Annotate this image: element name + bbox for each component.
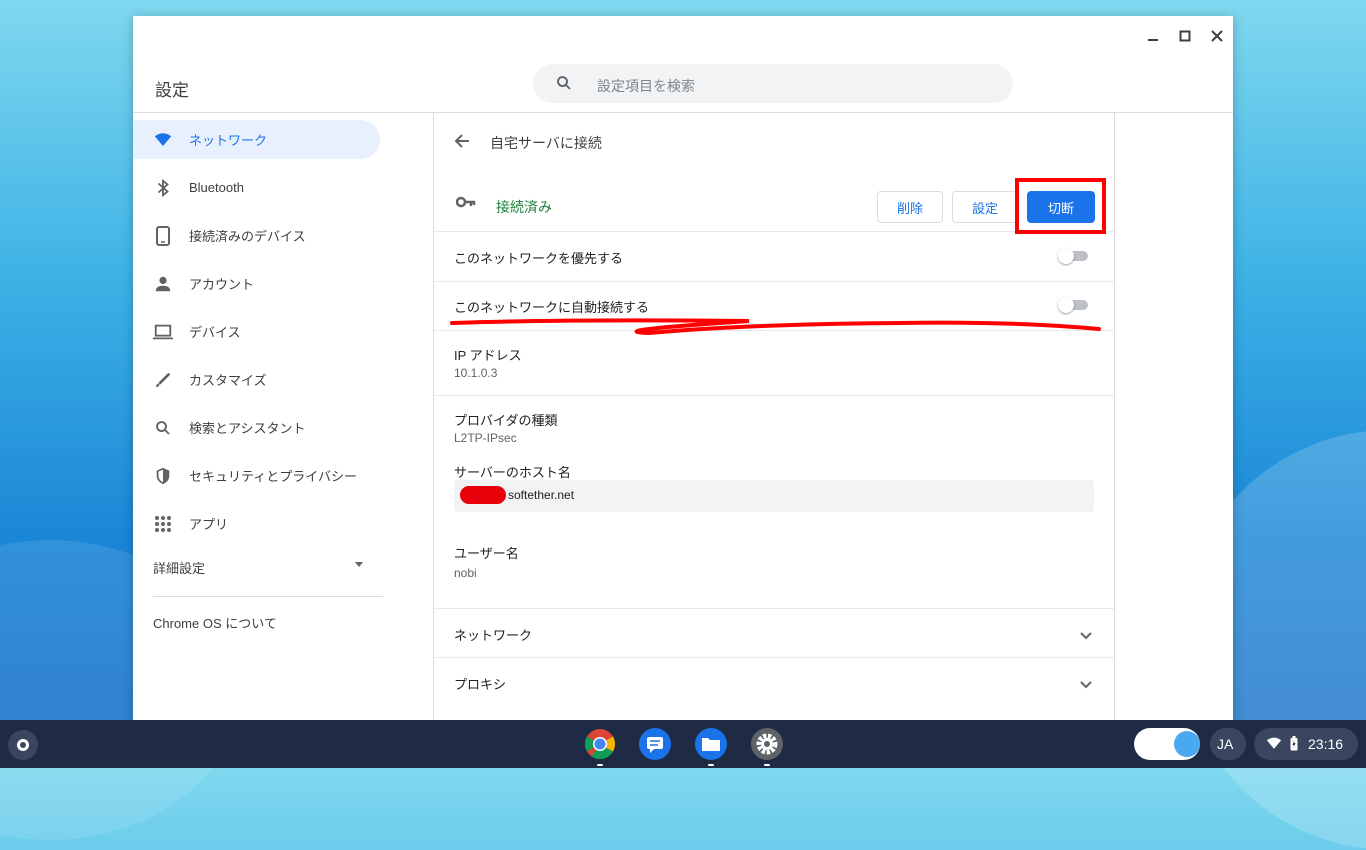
wifi-icon <box>153 130 173 150</box>
redaction-mark <box>460 486 506 504</box>
sidebar-item-bluetooth[interactable]: Bluetooth <box>133 168 380 207</box>
sidebar-item-account[interactable]: アカウント <box>133 264 380 303</box>
close-button[interactable] <box>1205 24 1229 48</box>
connection-status-row: 接続済み 削除 設定 切断 <box>434 173 1114 232</box>
provider-type-label: プロバイダの種類 <box>454 413 558 428</box>
sidebar: ネットワーク Bluetooth 接続済みのデバイス アカウント デバイス カス… <box>133 113 433 720</box>
sidebar-item-search-assistant[interactable]: 検索とアシスタント <box>133 408 380 447</box>
advanced-label: 詳細設定 <box>153 561 206 576</box>
provider-type-value: L2TP-IPsec <box>454 431 517 445</box>
settings-icon[interactable] <box>751 728 783 766</box>
sidebar-item-label: ネットワーク <box>189 133 268 148</box>
about-chrome-os-link[interactable]: Chrome OS について <box>153 613 277 632</box>
network-section-label: ネットワーク <box>454 628 533 643</box>
laptop-icon <box>153 322 173 342</box>
sidebar-item-connected-devices[interactable]: 接続済みのデバイス <box>133 216 380 255</box>
sidebar-item-label: デバイス <box>189 325 241 340</box>
phone-icon <box>153 225 173 246</box>
person-icon <box>153 274 173 294</box>
chevron-down-icon <box>1080 676 1092 694</box>
network-section-row[interactable]: ネットワーク <box>434 609 1114 658</box>
search-icon <box>555 74 573 97</box>
sidebar-item-personalization[interactable]: カスタマイズ <box>133 360 380 399</box>
delete-button[interactable]: 削除 <box>877 191 943 223</box>
sidebar-item-label: Bluetooth <box>189 180 244 195</box>
sidebar-item-label: アカウント <box>189 277 255 292</box>
ip-address-value: 10.1.0.3 <box>454 366 498 380</box>
ime-indicator: JA <box>1217 736 1234 752</box>
apps-grid-icon <box>153 514 173 534</box>
sidebar-item-apps[interactable]: アプリ <box>133 504 380 543</box>
clock: 23:16 <box>1308 736 1344 752</box>
sidebar-item-network[interactable]: ネットワーク <box>133 120 380 159</box>
server-host-value: softether.net <box>508 488 575 502</box>
back-arrow-icon[interactable] <box>454 133 470 154</box>
annotation-highlight-box <box>1015 178 1106 234</box>
ip-address-row: IP アドレス 10.1.0.3 <box>434 331 1114 396</box>
proxy-section-row[interactable]: プロキシ <box>434 658 1114 706</box>
search-icon <box>153 418 173 438</box>
autoconnect-toggle[interactable] <box>1058 297 1090 313</box>
caret-down-icon <box>355 562 363 567</box>
prefer-network-row: このネットワークを優先する <box>434 232 1114 282</box>
chevron-down-icon <box>1080 627 1092 645</box>
detail-header: 自宅サーバに接続 <box>434 113 1114 169</box>
minimize-button[interactable] <box>1141 24 1165 48</box>
status-badge: 接続済み <box>496 199 552 215</box>
bluetooth-icon <box>153 178 173 198</box>
sidebar-divider <box>153 596 383 597</box>
key-icon <box>455 195 476 213</box>
sidebar-item-label: セキュリティとプライバシー <box>189 469 357 484</box>
sidebar-item-label: アプリ <box>189 517 229 532</box>
messages-icon[interactable] <box>639 728 671 760</box>
launcher-button[interactable] <box>8 730 38 760</box>
server-host-field[interactable]: softether.net <box>454 480 1094 512</box>
maximize-button[interactable] <box>1173 24 1197 48</box>
files-icon[interactable] <box>695 728 727 766</box>
network-detail-card: 自宅サーバに接続 接続済み 削除 設定 切断 このネットワークを優先する このネ… <box>433 113 1115 720</box>
brush-icon <box>153 370 173 390</box>
search-box[interactable]: 設定項目を検索 <box>533 64 1013 103</box>
shield-icon <box>153 466 173 486</box>
page-title: 自宅サーバに接続 <box>490 135 602 151</box>
settings-window: 設定 設定項目を検索 ネットワーク Bluetooth 接続済みのデバイス アカ… <box>133 16 1233 720</box>
battery-icon <box>1290 736 1298 756</box>
sidebar-item-label: 接続済みのデバイス <box>189 229 306 244</box>
username-row: ユーザー名 nobi <box>434 543 1114 609</box>
prefer-network-toggle[interactable] <box>1058 248 1090 264</box>
ip-address-label: IP アドレス <box>454 348 522 363</box>
wifi-icon <box>1266 737 1282 755</box>
prefer-network-label: このネットワークを優先する <box>454 251 624 266</box>
shelf: JA 23:16 <box>0 720 1366 768</box>
advanced-settings-toggle[interactable]: 詳細設定 <box>153 558 363 577</box>
sidebar-item-label: カスタマイズ <box>189 373 267 388</box>
chrome-icon[interactable] <box>584 728 616 766</box>
proxy-section-label: プロキシ <box>454 677 507 692</box>
app-title: 設定 <box>155 81 189 100</box>
search-placeholder: 設定項目を検索 <box>597 78 695 94</box>
sidebar-item-security-privacy[interactable]: セキュリティとプライバシー <box>133 456 380 495</box>
title-bar: 設定 設定項目を検索 <box>133 16 1233 113</box>
username-value: nobi <box>454 566 477 580</box>
stylus-tools-pill[interactable] <box>1134 728 1200 760</box>
status-tray[interactable]: 23:16 <box>1254 728 1358 760</box>
configure-button[interactable]: 設定 <box>952 191 1018 223</box>
username-label: ユーザー名 <box>454 546 519 561</box>
ime-menu-button[interactable]: JA <box>1210 728 1246 760</box>
sidebar-item-device[interactable]: デバイス <box>133 312 380 351</box>
server-host-label: サーバーのホスト名 <box>454 465 571 480</box>
sidebar-item-label: 検索とアシスタント <box>189 421 306 436</box>
